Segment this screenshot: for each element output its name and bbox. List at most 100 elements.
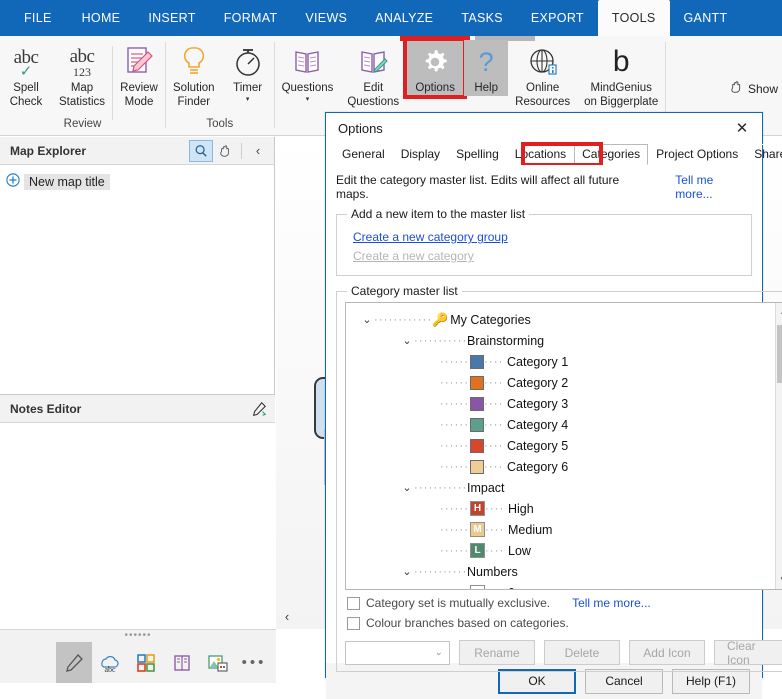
tree-dots: ···· [484,376,504,389]
category-tree[interactable]: ⌄ ············ 🔑 My Categories ⌄ ·······… [345,302,782,590]
tab-sharepoint[interactable]: SharePoint [746,144,782,165]
hand-show-icon [730,80,744,97]
mutually-exclusive-checkbox[interactable] [347,596,360,610]
scroll-down-chevron-down-icon[interactable]: ▼ [776,572,782,589]
tab-display[interactable]: Display [392,144,449,165]
tab-project-options[interactable]: Project Options [648,144,747,165]
plus-circle-icon[interactable] [6,173,20,190]
tab-categories[interactable]: Categories [574,144,649,165]
map-explorer-root-row[interactable]: New map title [6,173,274,190]
add-icon-button[interactable]: Add Icon [628,640,705,665]
hand-icon[interactable] [213,140,237,162]
tree-row-item[interactable]: ······ ···· Category 4 [360,414,782,435]
tree-row-item[interactable]: ······ ···· Category 1 [360,351,782,372]
help-f1-button[interactable]: Help (F1) [672,668,750,694]
map-explorer-header: Map Explorer ‹ [0,137,274,165]
chevron-left-icon[interactable]: ‹ [246,140,270,162]
notepad-pencil-icon [124,42,154,82]
ok-button[interactable]: OK [498,668,576,694]
delete-button[interactable]: Delete [543,640,620,665]
mutually-exclusive-label: Category set is mutually exclusive. [366,596,551,610]
ribbon-tab-home[interactable]: HOME [68,0,135,36]
root-chevron-down-icon[interactable]: ⌄ [360,313,374,326]
ribbon-tab-format[interactable]: FORMAT [210,0,292,36]
tab-spelling[interactable]: Spelling [448,144,507,165]
pencil-icon[interactable] [247,398,271,420]
drag-grip[interactable]: •••••• [0,630,276,642]
ribbon-tab-export[interactable]: EXPORT [517,0,598,36]
tab-locations[interactable]: Locations [506,144,575,165]
tree-row-group[interactable]: ⌄ ··········· Impact [360,477,782,498]
book-view-icon[interactable] [164,642,200,683]
dialog-titlebar[interactable]: Options ✕ [326,113,762,143]
colour-branches-label: Colour branches based on categories. [366,616,569,630]
map-statistics-button[interactable]: abc 123 Map Statistics [52,40,112,109]
tree-row-item[interactable]: ······ 0 ···· 0 [360,582,782,589]
picture-view-icon[interactable] [200,642,236,683]
mindgenius-biggerplate-button[interactable]: b MindGenius on Biggerplate [577,40,665,109]
mutually-exclusive-tell-me-more-link[interactable]: Tell me more... [572,596,651,610]
ribbon-tab-views[interactable]: VIEWS [291,0,361,36]
ribbon-tab-analyze[interactable]: ANALYZE [361,0,447,36]
tree-row-group[interactable]: ⌄ ··········· Brainstorming [360,330,782,351]
online-resources-button[interactable]: Online Resources [508,40,577,109]
canvas-collapse-chevron-left-icon[interactable]: ‹ [276,603,298,629]
dialog-body: Edit the category master list. Edits wil… [326,165,782,672]
category-swatch [470,417,484,432]
tab-general[interactable]: General [334,144,393,165]
create-new-category-group-link[interactable]: Create a new category group [353,230,743,244]
ribbon-tab-file[interactable]: FILE [0,0,68,36]
solution-finder-button[interactable]: Solution Finder [166,40,222,109]
ribbon-tab-tasks[interactable]: TASKS [447,0,517,36]
solution-finder-label: Solution Finder [173,82,215,108]
timer-button[interactable]: Timer ▾ [222,40,274,104]
questions-button[interactable]: Questions ▾ [275,40,341,104]
cancel-button[interactable]: Cancel [585,668,663,694]
scroll-up-chevron-up-icon[interactable]: ▲ [776,303,782,320]
intro-tell-me-more-link[interactable]: Tell me more... [675,173,752,201]
help-button[interactable]: ? Help [464,40,509,96]
category-select[interactable]: ⌄ [345,640,450,665]
ribbon-tab-gantt[interactable]: GANTT [670,0,742,36]
show-button[interactable]: Show [730,80,778,97]
ribbon-tab-insert[interactable]: INSERT [134,0,209,36]
tree-dots: ··········· [414,481,466,494]
questions-caret-icon[interactable]: ▾ [306,96,310,104]
tree-row-group[interactable]: ⌄ ··········· Numbers [360,561,782,582]
tree-dots: ············ [374,313,432,326]
tree-item-label: Low [508,543,531,558]
tree-dots: ···· [484,460,504,473]
create-new-category-link: Create a new category [353,249,474,263]
tree-row-item[interactable]: ······ ···· Category 6 [360,456,782,477]
squares-grid-icon[interactable] [128,642,164,683]
group-chevron-down-icon[interactable]: ⌄ [400,481,414,494]
tree-row-item[interactable]: ······ ···· Category 3 [360,393,782,414]
category-tree-scrollbar[interactable]: ▲ ▼ [775,303,782,589]
tree-row-root[interactable]: ⌄ ············ 🔑 My Categories [360,309,782,330]
review-mode-button[interactable]: Review Mode [113,40,165,109]
book-icon [292,42,322,82]
rename-button[interactable]: Rename [458,640,535,665]
group-chevron-down-icon[interactable]: ⌄ [400,334,414,347]
options-button[interactable]: Options [403,37,468,99]
timer-caret-icon[interactable]: ▾ [246,96,250,104]
colour-branches-checkbox[interactable] [347,616,360,630]
clear-icon-button[interactable]: Clear Icon [713,639,782,667]
close-icon[interactable]: ✕ [728,116,756,140]
map-explorer-node-label[interactable]: New map title [24,173,110,190]
more-dots-icon[interactable]: ••• [236,642,272,683]
abc-cloud-icon[interactable]: abc [92,642,128,683]
magnifier-icon[interactable] [189,139,213,162]
group-chevron-down-icon[interactable]: ⌄ [400,565,414,578]
scrollbar-thumb[interactable] [777,325,782,383]
tree-row-item[interactable]: ······ H ···· High [360,498,782,519]
tree-row-item[interactable]: ······ ···· Category 5 [360,435,782,456]
pencil-tool-icon[interactable] [56,642,92,683]
tree-row-item[interactable]: ······ ···· Category 2 [360,372,782,393]
ribbon-tab-tools[interactable]: TOOLS [597,0,670,36]
spell-check-button[interactable]: abc ✓ Spell Check [0,40,52,109]
tree-row-item[interactable]: ······ L ···· Low [360,540,782,561]
bottom-toolbar: •••••• abc ••• [0,629,276,683]
tree-row-item[interactable]: ······ M ···· Medium [360,519,782,540]
edit-questions-button[interactable]: Edit Questions [340,40,406,109]
